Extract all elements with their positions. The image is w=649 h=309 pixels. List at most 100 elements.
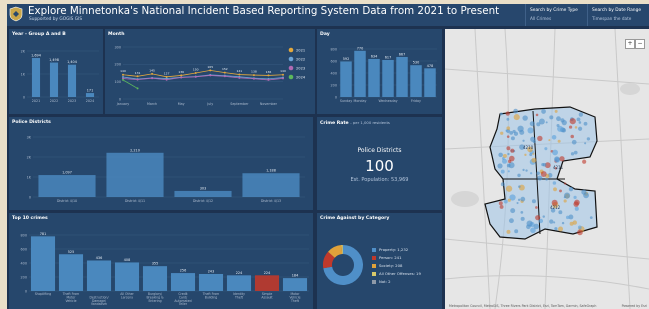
bar-credit-card-automated-teller[interactable]: [170, 273, 196, 291]
incident-dot[interactable]: [576, 117, 581, 122]
incident-dot[interactable]: [558, 226, 564, 232]
incident-dot[interactable]: [554, 227, 558, 231]
incident-dot[interactable]: [552, 181, 557, 185]
bar-district-4-11[interactable]: [106, 152, 164, 197]
incident-dot[interactable]: [578, 126, 583, 131]
point-2021[interactable]: [122, 73, 124, 76]
incident-dot[interactable]: [520, 210, 524, 214]
incident-dot[interactable]: [536, 171, 540, 175]
incident-dot[interactable]: [498, 201, 503, 206]
incident-dot[interactable]: [507, 159, 512, 164]
day-chart[interactable]: 800 600 400 200 0 592 770 634 617 667 530 478 Monday…: [317, 29, 442, 114]
point-2023[interactable]: [136, 78, 139, 81]
point-2021[interactable]: [209, 69, 212, 72]
incident-dot[interactable]: [561, 120, 567, 126]
incident-dot[interactable]: [509, 130, 514, 135]
legend-label-2024[interactable]: 2024: [296, 75, 306, 79]
legend-label-2023[interactable]: 2023: [296, 66, 305, 70]
year-chart[interactable]: 2K 1K 0 1,694 1,498 1,404 171 2021 2022 2023 2024: [9, 29, 103, 114]
zoom-in-button[interactable]: +: [625, 39, 635, 49]
incident-dot[interactable]: [535, 206, 538, 209]
point-2023[interactable]: [165, 78, 168, 81]
crime-type-value[interactable]: All Crimes: [530, 16, 551, 21]
point-2021[interactable]: [136, 75, 139, 78]
legend-label-2022[interactable]: 2022: [296, 57, 305, 61]
incident-dot[interactable]: [545, 121, 548, 124]
bar-2024[interactable]: [85, 93, 95, 97]
incident-dot[interactable]: [553, 221, 556, 224]
bar-simple-assault[interactable]: [254, 275, 280, 291]
incident-dot[interactable]: [583, 121, 588, 126]
incident-dot[interactable]: [578, 121, 582, 124]
incident-dot[interactable]: [577, 229, 583, 236]
incident-dot[interactable]: [527, 127, 534, 134]
bar-friday[interactable]: [410, 65, 422, 97]
incident-dot[interactable]: [569, 118, 576, 125]
incident-dot[interactable]: [517, 198, 521, 202]
incident-dot[interactable]: [510, 136, 515, 141]
incident-dot[interactable]: [516, 201, 519, 205]
point-2021[interactable]: [165, 75, 168, 78]
date-range-selector[interactable]: Search by Date Range Timespan the date: [587, 4, 649, 26]
incident-dot[interactable]: [573, 150, 578, 155]
incident-dot[interactable]: [510, 148, 515, 153]
incident-dot[interactable]: [531, 199, 536, 204]
districts-chart[interactable]: 3K 2K 1K 0 1,097 2,210 303 1,188 District 4/10 Di…: [9, 117, 313, 210]
bar-district-4-12[interactable]: [174, 190, 232, 197]
incident-dot[interactable]: [549, 115, 554, 120]
bar-shoplifting[interactable]: [30, 236, 56, 291]
incident-dot[interactable]: [522, 168, 525, 172]
incident-dot[interactable]: [507, 152, 510, 156]
legend-item-society[interactable]: Society: 208: [372, 263, 402, 268]
point-2023[interactable]: [209, 74, 212, 77]
legend-item-not[interactable]: Not: 2: [372, 279, 391, 284]
incident-dot[interactable]: [506, 117, 510, 121]
bar-2021[interactable]: [31, 58, 41, 97]
incident-dot[interactable]: [577, 225, 582, 230]
incident-dot[interactable]: [549, 219, 554, 224]
point-2023[interactable]: [282, 77, 284, 80]
point-2021[interactable]: [151, 72, 154, 75]
incident-dot[interactable]: [537, 135, 543, 142]
incident-dot[interactable]: [500, 131, 504, 135]
point-2024[interactable]: [122, 78, 124, 81]
incident-dot[interactable]: [568, 125, 573, 129]
bar-destruction-damage-vandalism[interactable]: [86, 260, 112, 291]
incident-dot[interactable]: [506, 163, 511, 168]
incident-dot[interactable]: [568, 186, 574, 192]
incident-dot[interactable]: [552, 149, 558, 156]
point-2021[interactable]: [282, 73, 284, 76]
incident-dot[interactable]: [513, 131, 519, 136]
legend-item-all-other-offenses[interactable]: All Other Offenses: 19: [372, 271, 421, 276]
incident-dot[interactable]: [574, 206, 579, 211]
bar-2022[interactable]: [49, 62, 59, 97]
incident-dot[interactable]: [500, 169, 505, 174]
incident-dot[interactable]: [564, 182, 567, 185]
point-2023[interactable]: [267, 78, 270, 81]
incident-dot[interactable]: [507, 170, 510, 173]
point-2023[interactable]: [252, 77, 255, 80]
incident-dot[interactable]: [517, 125, 524, 132]
bar-motor-vehicle-theft[interactable]: [282, 278, 308, 291]
incident-dot[interactable]: [541, 109, 546, 114]
point-2023[interactable]: [223, 75, 226, 78]
incident-dot[interactable]: [573, 201, 579, 207]
incident-dot[interactable]: [499, 112, 503, 116]
incident-dot[interactable]: [497, 163, 503, 169]
bar-theft-from-motor-vehicle[interactable]: [58, 254, 84, 291]
incident-dot[interactable]: [522, 139, 525, 142]
bar-tuesday[interactable]: [368, 58, 380, 97]
incident-dot[interactable]: [537, 175, 543, 181]
incident-dot[interactable]: [540, 171, 547, 177]
bar-identity-theft[interactable]: [226, 275, 252, 291]
incident-dot[interactable]: [505, 111, 510, 116]
bar-district-4-13[interactable]: [242, 173, 300, 197]
incident-dot[interactable]: [559, 189, 562, 193]
incident-dot[interactable]: [529, 121, 535, 127]
legend-label-2021[interactable]: 2021: [296, 48, 305, 52]
incident-dot[interactable]: [559, 156, 565, 162]
incident-dot[interactable]: [563, 199, 567, 203]
bar-thursday[interactable]: [396, 56, 408, 97]
incident-dot[interactable]: [574, 126, 578, 129]
bar-monday[interactable]: [354, 50, 366, 97]
